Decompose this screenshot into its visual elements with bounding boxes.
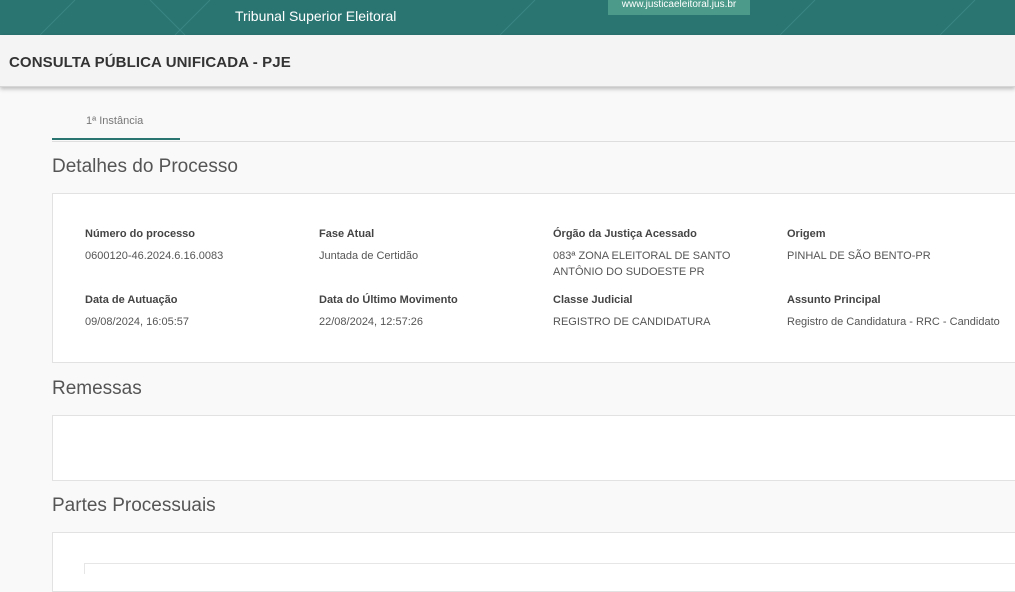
field-value: 09/08/2024, 16:05:57	[85, 316, 189, 328]
section-title-remessas: Remessas	[52, 378, 142, 399]
field-orgao: Órgão da Justiça Acessado 083ª ZONA ELEI…	[553, 228, 778, 280]
field-value: 22/08/2024, 12:57:26	[319, 316, 423, 328]
field-label: Classe Judicial	[553, 294, 633, 306]
field-assunto: Assunto Principal Registro de Candidatur…	[787, 294, 1015, 330]
field-label: Órgão da Justiça Acessado	[553, 228, 697, 240]
section-title-details: Detalhes do Processo	[52, 156, 238, 177]
field-origem: Origem PINHAL DE SÃO BENTO-PR	[787, 228, 1012, 264]
field-value: PINHAL DE SÃO BENTO-PR	[787, 250, 931, 262]
field-value: Juntada de Certidão	[319, 250, 419, 262]
field-value: Registro de Candidatura - RRC - Candidat…	[787, 316, 1000, 328]
top-banner: Tribunal Superior Eleitoral www.justicae…	[0, 0, 1015, 35]
field-value: 083ª ZONA ELEITORAL DE SANTO ANTÔNIO DO …	[553, 250, 731, 278]
court-name: Tribunal Superior Eleitoral	[235, 8, 397, 24]
field-label: Número do processo	[85, 228, 196, 240]
field-label: Origem	[787, 228, 826, 240]
field-value: 0600120-46.2024.6.16.0083	[85, 250, 224, 262]
page-title: CONSULTA PÚBLICA UNIFICADA - PJE	[9, 54, 291, 71]
field-label: Fase Atual	[319, 228, 375, 240]
remessas-panel	[52, 415, 1015, 481]
banner-decoration	[39, 0, 976, 35]
field-fase: Fase Atual Juntada de Certidão	[319, 228, 539, 264]
field-autuacao: Data de Autuação 09/08/2024, 16:05:57	[85, 294, 305, 330]
process-details-panel	[52, 193, 1015, 363]
field-value: REGISTRO DE CANDIDATURA	[553, 316, 711, 328]
partes-panel	[52, 532, 1015, 592]
partes-table	[84, 563, 1015, 574]
field-label: Data do Último Movimento	[319, 294, 458, 306]
field-label: Data de Autuação	[85, 294, 178, 306]
section-title-partes: Partes Processuais	[52, 495, 216, 516]
instance-tabs: 1ª Instância	[52, 108, 1015, 142]
field-numero: Número do processo 0600120-46.2024.6.16.…	[85, 228, 305, 264]
page-header: CONSULTA PÚBLICA UNIFICADA - PJE	[0, 35, 1015, 87]
field-ultimo-movimento: Data do Último Movimento 22/08/2024, 12:…	[319, 294, 539, 330]
field-classe: Classe Judicial REGISTRO DE CANDIDATURA	[553, 294, 778, 330]
tab-first-instance[interactable]: 1ª Instância	[52, 108, 180, 140]
field-label: Assunto Principal	[787, 294, 881, 306]
tab-label: 1ª Instância	[86, 115, 144, 127]
justice-website-link[interactable]: www.justicaeleitoral.jus.br	[608, 0, 750, 15]
